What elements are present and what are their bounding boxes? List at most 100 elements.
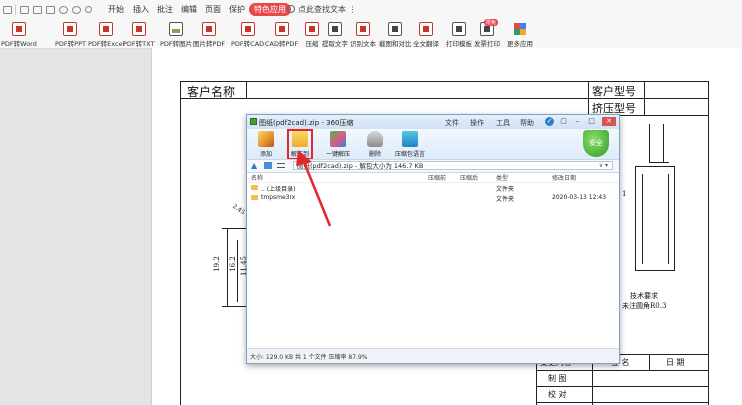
close-icon[interactable]: ✕ <box>602 117 616 126</box>
pdf-to-txt-button[interactable]: PDF转TXT <box>123 22 154 48</box>
print-template-button[interactable]: 打印模板 <box>446 22 472 48</box>
save-icon[interactable] <box>33 6 42 14</box>
undo-icon[interactable] <box>59 6 68 14</box>
profile-line <box>674 166 675 270</box>
frame-line <box>180 81 709 82</box>
minimize-icon[interactable]: – <box>573 117 582 126</box>
pdf-image-icon <box>169 22 184 36</box>
col-date[interactable]: 修改日期 <box>552 173 576 182</box>
checked-by-label: 校 对 <box>548 390 567 399</box>
find-text-search[interactable]: 点此查找文本 ⋮ <box>287 4 357 15</box>
col-before[interactable]: 压缩前 <box>428 173 446 182</box>
pdf-to-word-button[interactable]: PDF转Word <box>1 22 37 48</box>
archive-language-icon <box>402 131 418 147</box>
pdf-to-ppt-button[interactable]: PDF转PPT <box>55 22 86 48</box>
file-type: 文件夹 <box>496 186 515 193</box>
delete-button[interactable]: 删除 <box>367 131 383 158</box>
archive-language-button[interactable]: 压缩包语言 <box>395 131 425 158</box>
translate-icon <box>419 22 433 36</box>
menu-item-insert[interactable]: 插入 <box>133 4 149 15</box>
ribbon-toolbar: PDF转Word PDF转PPT PDF转Excel PDF转TXT PDF转图… <box>0 19 742 49</box>
profile-line <box>649 162 669 163</box>
zip-info-icon[interactable]: ✓ <box>545 117 554 126</box>
profile-line <box>635 166 675 167</box>
menu-item-comment[interactable]: 批注 <box>157 4 173 15</box>
up-arrow-icon[interactable]: ▲ <box>251 162 259 170</box>
tool-label: PDF转图片 <box>160 40 193 48</box>
menu-item-protect[interactable]: 保护 <box>229 4 245 15</box>
zip-window-title: 图纸(pdf2cad).zip - 360压缩 <box>259 119 354 127</box>
add-label: 添加 <box>259 151 272 158</box>
extract-text-button[interactable]: 提取文字 <box>322 22 348 48</box>
zip-title-bar[interactable]: 图纸(pdf2cad).zip - 360压缩 文件 操作 工具 帮助 ✓ ▢ … <box>247 115 619 129</box>
pdf-to-cad-button[interactable]: PDF转CAD <box>231 22 264 48</box>
ocr-icon <box>356 22 370 36</box>
image-to-pdf-button[interactable]: 图片转PDF <box>193 22 225 48</box>
redo-icon[interactable] <box>72 6 81 14</box>
zip-menu-tools[interactable]: 工具 <box>496 118 510 128</box>
pdf-txt-icon <box>131 22 146 36</box>
menu-item-start[interactable]: 开始 <box>108 4 124 15</box>
menu-icon[interactable] <box>3 6 12 14</box>
more-apps-button[interactable]: 更多应用 <box>507 22 533 48</box>
menu-item-page[interactable]: 页面 <box>205 4 221 15</box>
dim-side: 1 <box>622 190 627 198</box>
sync-icon[interactable] <box>85 6 92 13</box>
pdf-word-icon <box>11 22 26 36</box>
compress-button[interactable]: 压缩 <box>305 22 319 48</box>
frame-line <box>708 81 709 405</box>
tool-label: 发票打印 <box>474 40 500 48</box>
skin-icon[interactable]: ▢ <box>559 117 568 126</box>
col-name[interactable]: 名称 <box>251 173 263 182</box>
open-icon[interactable] <box>20 6 29 14</box>
invoice-print-button[interactable]: 限免 发票打印 <box>474 19 500 48</box>
menu-item-special-apps[interactable]: 特色应用 <box>249 3 291 16</box>
print-icon[interactable] <box>46 6 55 14</box>
apps-grid-icon <box>513 22 527 36</box>
profile-line <box>635 270 675 271</box>
archive-language-label: 压缩包语言 <box>395 151 426 158</box>
customer-name-label: 客户名称 <box>187 85 236 99</box>
trash-icon <box>367 131 383 147</box>
profile-line <box>663 124 664 162</box>
pdf-ppt-icon <box>63 22 78 36</box>
file-date: 2020-03-13 12:43 <box>552 194 607 201</box>
security-shield-icon[interactable]: 安全 <box>583 130 609 157</box>
extract-text-icon <box>328 22 342 36</box>
frame-line <box>536 370 709 371</box>
folder-icon <box>251 185 258 190</box>
pdf-to-excel-button[interactable]: PDF转Excel <box>88 22 124 48</box>
tech-requirements: 技术要求 <box>630 292 658 300</box>
screenshot-compare-button[interactable]: 截图和对比 <box>379 22 412 48</box>
tech-note: 未注圆角R0.3 <box>622 302 667 310</box>
zip-menu-file[interactable]: 文件 <box>445 118 459 128</box>
cad-to-pdf-button[interactable]: CAD转PDF <box>265 22 298 48</box>
chevron-down-icon[interactable]: ∨ ▾ <box>599 162 608 170</box>
list-view-icon[interactable] <box>277 163 285 168</box>
folder-extract-icon <box>292 131 308 147</box>
frame-line <box>536 402 709 403</box>
profile-line <box>642 174 643 264</box>
compress-icon <box>305 22 319 36</box>
col-after[interactable]: 压缩后 <box>460 173 478 182</box>
tool-label: 打印模板 <box>446 40 472 48</box>
one-click-extract-icon <box>330 131 346 147</box>
pdf-to-image-button[interactable]: PDF转图片 <box>160 22 192 48</box>
view-icon[interactable] <box>264 162 272 169</box>
image-pdf-icon <box>202 22 217 36</box>
profile-line <box>649 124 650 162</box>
dim-angle: 2.45 <box>231 202 247 217</box>
menu-item-edit[interactable]: 编辑 <box>181 4 197 15</box>
full-translate-button[interactable]: 全文翻译 <box>413 22 439 48</box>
frame-line <box>180 81 181 405</box>
zip-status-bar: 大小: 129.0 KB 共 1 个文件 压缩率 87.9% <box>247 348 619 363</box>
zip-menu-operate[interactable]: 操作 <box>470 118 484 128</box>
tool-label: PDF转Word <box>1 40 37 48</box>
zip-menu-help[interactable]: 帮助 <box>520 118 534 128</box>
maximize-icon[interactable]: □ <box>587 117 596 126</box>
col-type[interactable]: 类型 <box>496 173 508 182</box>
dim-line <box>237 240 238 302</box>
address-path[interactable]: 图纸(pdf2cad).zip - 解包大小为 146.7 KB ∨ ▾ <box>293 161 613 170</box>
add-button[interactable]: 添加 <box>258 131 274 158</box>
recognize-text-button[interactable]: 识别文本 <box>350 22 376 48</box>
